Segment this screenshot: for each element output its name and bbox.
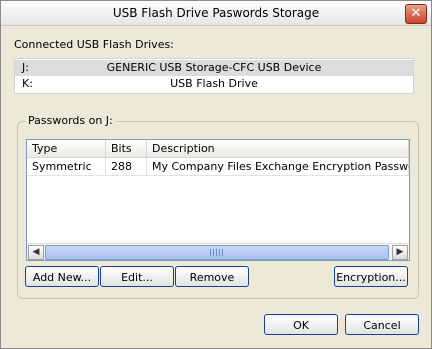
edit-button[interactable]: Edit... [100,266,174,287]
column-header-description[interactable]: Description [147,140,409,157]
drive-item[interactable]: K: USB Flash Drive [15,76,413,92]
table-row[interactable]: Symmetric 288 My Company Files Exchange … [27,158,409,176]
horizontal-scrollbar[interactable]: ◀ ▶ [27,243,409,260]
cancel-button[interactable]: Cancel [345,314,419,335]
cell-description: My Company Files Exchange Encryption Pas… [147,158,409,175]
drives-label: Connected USB Flash Drives: [14,38,174,51]
window-title: USB Flash Drive Paswords Storage [112,6,320,20]
passwords-table[interactable]: Type Bits Description Symmetric 288 My C… [26,139,410,261]
scroll-left-button[interactable]: ◀ [28,245,44,260]
close-button[interactable]: ✕ [405,4,427,24]
cell-bits: 288 [106,158,147,175]
scroll-right-button[interactable]: ▶ [392,245,408,260]
encryption-button[interactable]: Encryption... [334,266,408,287]
column-header-bits[interactable]: Bits [106,140,147,157]
drive-name: GENERIC USB Storage-CFC USB Device [106,61,322,74]
drives-list[interactable]: J: GENERIC USB Storage-CFC USB Device K:… [14,58,414,94]
dialog-window: USB Flash Drive Paswords Storage ✕ Conne… [0,0,432,349]
scrollbar-thumb[interactable] [45,245,389,260]
scroll-right-icon: ▶ [396,247,404,257]
cell-type: Symmetric [27,158,106,175]
passwords-group-title: Passwords on J: [25,114,116,127]
drive-name: USB Flash Drive [170,77,258,90]
scroll-left-icon: ◀ [32,247,40,257]
thumb-grip [210,249,224,256]
add-new-button[interactable]: Add New... [25,266,99,287]
drive-item[interactable]: J: GENERIC USB Storage-CFC USB Device [15,60,413,76]
close-icon: ✕ [410,6,422,21]
remove-button[interactable]: Remove [175,266,249,287]
ok-button[interactable]: OK [264,314,338,335]
column-header-type[interactable]: Type [27,140,106,157]
table-header: Type Bits Description [27,140,409,158]
title-bar[interactable]: USB Flash Drive Paswords Storage ✕ [1,1,431,26]
